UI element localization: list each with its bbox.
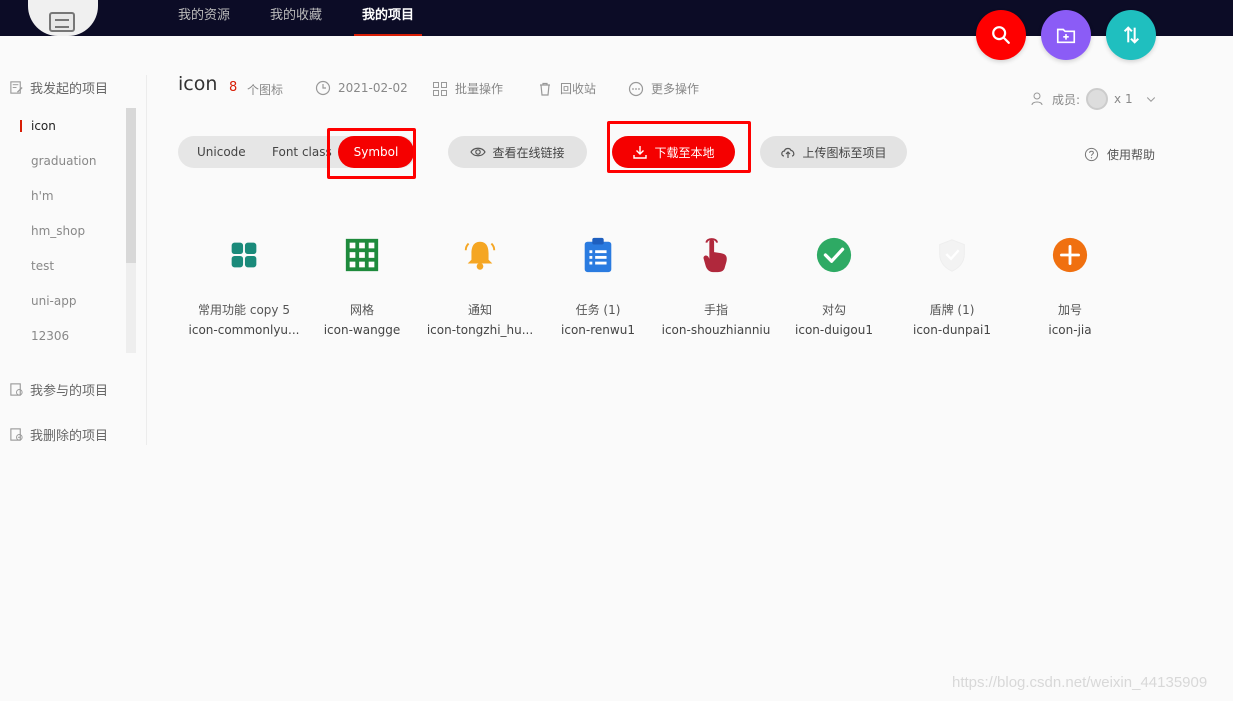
icon-code: icon-commonlyu...	[188, 323, 300, 337]
tab-font-class[interactable]: Font class	[272, 136, 332, 168]
edit-doc-icon	[10, 81, 23, 94]
icon-card[interactable]: 通知 icon-tongzhi_hu...	[421, 226, 539, 339]
batch-operation-label: 批量操作	[455, 82, 504, 96]
sidebar-deleted-projects[interactable]: 我删除的项目	[9, 425, 108, 444]
icon-card[interactable]: 加号 icon-jia	[1011, 226, 1129, 339]
icon-card[interactable]: 任务 (1) icon-renwu1	[539, 226, 657, 339]
nav-my-resources[interactable]: 我的资源	[178, 4, 230, 36]
project-date-text: 2021-02-02	[338, 81, 408, 95]
bell-icon	[464, 241, 496, 270]
members-count: x 1	[1114, 92, 1133, 106]
upload-icons-label: 上传图标至项目	[802, 145, 887, 160]
finger-icon	[703, 238, 727, 273]
sidebar-deleted-label: 我删除的项目	[30, 429, 109, 444]
cloud-upload-icon	[781, 147, 795, 158]
highlight-box-symbol	[327, 128, 416, 179]
batch-operation-button[interactable]: 批量操作	[432, 80, 503, 97]
icon-count: 8	[229, 80, 238, 95]
joined-doc-icon	[10, 383, 23, 396]
search-button[interactable]	[976, 10, 1026, 60]
question-icon	[1084, 147, 1099, 162]
avatar	[1086, 88, 1109, 110]
icon-code: icon-jia	[1048, 323, 1092, 337]
watermark: https://blog.csdn.net/weixin_44135909	[952, 674, 1208, 691]
deleted-doc-icon	[10, 428, 23, 441]
sidebar-joined-projects[interactable]: 我参与的项目	[9, 380, 108, 399]
add-folder-icon	[1056, 28, 1076, 44]
project-item-icon[interactable]: icon	[31, 119, 56, 133]
sidebar-joined-label: 我参与的项目	[30, 384, 109, 399]
icon-code: icon-dunpai1	[913, 323, 991, 337]
sidebar-my-projects-label: 我发起的项目	[30, 82, 109, 97]
icon-code: icon-wangge	[323, 323, 401, 337]
sidebar-divider	[146, 75, 147, 445]
sidebar-my-projects[interactable]: 我发起的项目	[9, 78, 108, 97]
help-label: 使用帮助	[1107, 148, 1156, 162]
recycle-bin-label: 回收站	[560, 82, 597, 96]
members-dropdown[interactable]: 成员: x 1	[1030, 88, 1157, 110]
active-project-marker	[20, 120, 22, 132]
project-item-hm-shop[interactable]: hm_shop	[31, 224, 85, 238]
icon-name: 网格	[349, 303, 374, 317]
batch-icon	[433, 81, 447, 96]
plus-circle-icon	[1052, 237, 1088, 273]
more-actions-button[interactable]: 更多操作	[628, 80, 699, 97]
search-icon	[992, 26, 1010, 44]
icon-count-label: 个图标	[247, 83, 284, 97]
new-project-button[interactable]	[1041, 10, 1091, 60]
tab-unicode[interactable]: Unicode	[197, 136, 246, 168]
more-icon	[628, 81, 644, 96]
icon-code: icon-shouzhianniu	[661, 323, 771, 337]
grid-apps-icon	[231, 242, 257, 268]
more-actions-label: 更多操作	[651, 82, 700, 96]
project-date: 2021-02-02	[315, 80, 408, 96]
icon-card[interactable]: 常用功能 copy 5 icon-commonlyu...	[185, 226, 303, 339]
icon-code: icon-tongzhi_hu...	[426, 323, 534, 337]
sidebar: 我发起的项目 icon graduation h'm hm_shop test …	[0, 36, 147, 446]
eye-icon	[470, 147, 487, 157]
icon-card[interactable]: 对勾 icon-duigou1	[775, 226, 893, 339]
members-icon	[1031, 92, 1043, 106]
recycle-bin-button[interactable]: 回收站	[537, 80, 596, 97]
icon-code: icon-renwu1	[561, 323, 635, 337]
grid-icon	[345, 238, 379, 272]
shield-icon	[939, 239, 965, 272]
members-label: 成员:	[1052, 92, 1081, 107]
upload-icons-button[interactable]: 上传图标至项目	[760, 136, 907, 168]
project-item-uni-app[interactable]: uni-app	[31, 294, 76, 308]
view-online-link-label: 查看在线链接	[492, 145, 565, 160]
project-item-12306[interactable]: 12306	[31, 329, 69, 343]
icon-name: 盾牌 (1)	[929, 303, 975, 317]
sidebar-scrollbar[interactable]	[126, 108, 136, 353]
nav-my-favorites[interactable]: 我的收藏	[270, 4, 322, 36]
icon-code: icon-duigou1	[795, 323, 873, 337]
icon-name: 手指	[703, 303, 728, 317]
trash-icon	[540, 82, 550, 96]
icon-name: 任务 (1)	[575, 303, 621, 317]
icon-name: 对勾	[821, 303, 846, 317]
clipboard-icon	[584, 237, 612, 273]
view-online-link-button[interactable]: 查看在线链接	[448, 136, 587, 168]
icon-card[interactable]: 手指 icon-shouzhianniu	[657, 226, 775, 339]
icon-name: 加号	[1057, 303, 1082, 317]
icon-card[interactable]: 盾牌 (1) icon-dunpai1	[893, 226, 1011, 339]
nav-my-projects[interactable]: 我的项目	[354, 4, 423, 36]
sort-button[interactable]	[1106, 10, 1156, 60]
highlight-box-download	[607, 121, 751, 173]
icon-card[interactable]: 网格 icon-wangge	[303, 226, 421, 339]
sidebar-scrollbar-thumb[interactable]	[126, 108, 136, 263]
logo-mascot[interactable]	[28, 0, 98, 36]
clock-icon	[315, 80, 331, 96]
project-item-test[interactable]: test	[31, 259, 54, 273]
chevron-down-icon	[1146, 97, 1155, 102]
help-link[interactable]: 使用帮助	[1084, 146, 1155, 163]
icon-name: 通知	[467, 303, 492, 317]
icon-name: 常用功能 copy 5	[198, 303, 290, 317]
check-circle-icon	[816, 237, 852, 273]
project-item-graduation[interactable]: graduation	[31, 154, 96, 168]
project-item-hm[interactable]: h'm	[31, 189, 54, 203]
sort-icon	[1123, 26, 1140, 44]
project-title: icon	[178, 73, 218, 95]
